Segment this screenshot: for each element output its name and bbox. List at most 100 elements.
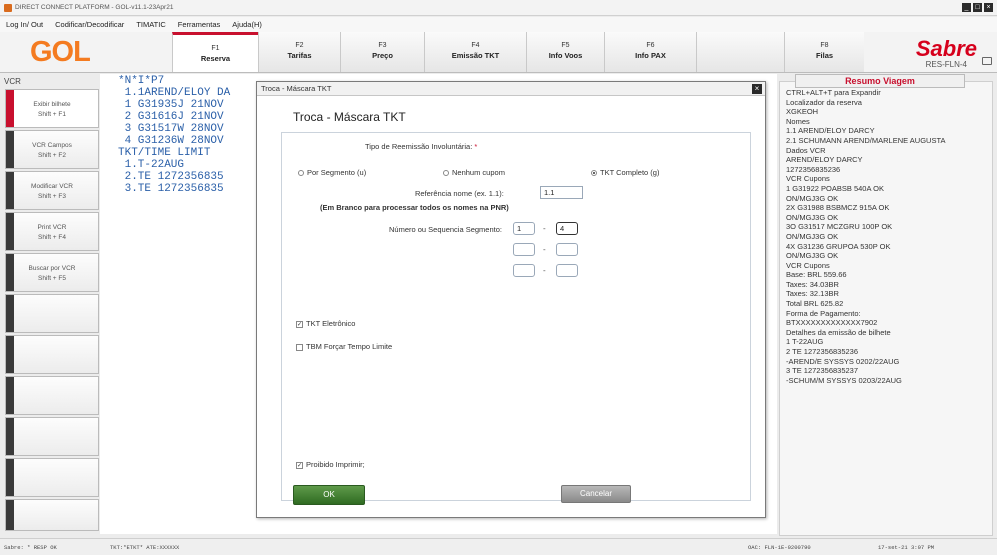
fkey-filas[interactable]: F8 Filas xyxy=(784,32,864,72)
resumo-title: Resumo Viagem xyxy=(795,74,965,88)
resumo-lines: CTRL+ALT+T para Expandir Localizador da … xyxy=(786,88,991,385)
sidebar-item-label: Exibir bilhete xyxy=(33,101,71,108)
window-controls: _ □ × xyxy=(962,3,993,12)
resumo-line: 3O G31517 MCZGRU 100P OK xyxy=(786,222,893,232)
resumo-line: Base: BRL 559.66 xyxy=(786,270,847,280)
resumo-line: 1 G31922 POABSB 540A OK xyxy=(786,183,884,193)
resumo-line: 2 TE 1272356835236 xyxy=(786,347,859,357)
sidebar-item-buscar-por-vcr[interactable]: Buscar por VCR Shift + F5 xyxy=(5,253,99,292)
resumo-line: VCR Cupons xyxy=(786,174,830,184)
resumo-line: ON/MGJ3G OK xyxy=(786,193,839,203)
segmento-dash: - xyxy=(543,266,546,275)
segmento-from-field-2[interactable] xyxy=(513,243,535,256)
fkey-number: F8 xyxy=(820,42,829,49)
resumo-line: Dados VCR xyxy=(786,145,826,155)
radio-label: Nenhum cupom xyxy=(452,168,505,177)
sabre-profile: RES-FLN-4 xyxy=(925,60,967,69)
sidebar-item-shortcut: Shift + F2 xyxy=(38,152,66,159)
fkey-number: F6 xyxy=(646,42,655,49)
fkey-number: F4 xyxy=(471,42,480,49)
segmento-dash: - xyxy=(543,245,546,254)
fkey-empty[interactable] xyxy=(696,32,784,72)
window-title: DIRECT CONNECT PLATFORM - GOL-v11.1-23Ap… xyxy=(15,4,174,11)
dialog-titlebar: Troca - Máscara TKT xyxy=(257,82,765,96)
resumo-line: 1272356835236 xyxy=(786,164,841,174)
referencia-nome-field[interactable]: 1.1 xyxy=(540,186,583,199)
fkey-tarifas[interactable]: F2 Tarifas xyxy=(258,32,340,72)
sidebar-item-shortcut: Shift + F1 xyxy=(38,111,66,118)
fkey-reserva[interactable]: F1 Reserva xyxy=(172,32,258,72)
fkey-info-voos[interactable]: F5 Info Voos xyxy=(526,32,604,72)
cancel-button[interactable]: Cancelar xyxy=(561,485,631,503)
resumo-line: CTRL+ALT+T para Expandir xyxy=(786,88,881,97)
sidebar-item-empty[interactable] xyxy=(5,499,99,531)
checkbox-checked-icon[interactable]: ✓ xyxy=(296,461,303,469)
resumo-line: ON/MGJ3G OK xyxy=(786,231,839,241)
sidebar-item-empty[interactable] xyxy=(5,294,99,333)
checkbox-checked-icon[interactable]: ✓ xyxy=(296,320,303,328)
fkey-preco[interactable]: F3 Preço xyxy=(340,32,424,72)
radio-icon[interactable] xyxy=(298,170,304,177)
checkbox-label: TKT Eletrônico xyxy=(306,319,356,328)
radio-icon[interactable] xyxy=(443,170,449,177)
fkey-label: Emissão TKT xyxy=(451,51,500,60)
resumo-line: Detalhes da emissão de bilhete xyxy=(786,327,891,337)
fkey-label: Preço xyxy=(372,51,393,60)
sidebar-item-label: VCR Campos xyxy=(32,142,72,149)
sidebar-item-exibir-bilhete[interactable]: Exibir bilhete Shift + F1 xyxy=(5,89,99,128)
menu-timatic[interactable]: TIMATIC xyxy=(136,20,165,29)
fkey-info-pax[interactable]: F6 Info PAX xyxy=(604,32,696,72)
sidebar-item-vcr-campos[interactable]: VCR Campos Shift + F2 xyxy=(5,130,99,169)
checkbox-label: Proibido Imprimir; xyxy=(306,460,365,469)
ok-button[interactable]: OK xyxy=(293,485,365,505)
checkbox-icon[interactable] xyxy=(296,343,303,351)
fkey-number: F2 xyxy=(295,42,304,49)
minimize-icon[interactable]: _ xyxy=(962,3,971,12)
resumo-line: Taxes: 32.13BR xyxy=(786,289,839,299)
sabre-logo: Sabre xyxy=(915,36,977,61)
vcr-label: VCR xyxy=(4,77,21,86)
sidebar-item-label: Print VCR xyxy=(37,224,67,231)
checkbox-label: TBM Forçar Tempo Limite xyxy=(306,342,393,351)
fkey-emissao-tkt[interactable]: F4 Emissão TKT xyxy=(424,32,526,72)
segmento-label: Número ou Sequencia Segmento: xyxy=(389,225,502,234)
resumo-line: BTXXXXXXXXXXXXX7902 xyxy=(786,318,878,328)
radio-por-segmento[interactable]: Por Segmento (u) xyxy=(298,168,366,177)
fkey-number: F1 xyxy=(211,45,220,52)
resumo-line: ON/MGJ3G OK xyxy=(786,251,839,261)
menu-login[interactable]: Log In/ Out xyxy=(6,20,43,29)
segmento-to-field-2[interactable] xyxy=(556,243,578,256)
resumo-line: 1.1 AREND/ELOY DARCY xyxy=(786,126,875,136)
status-bar: Sabre: * RESP OK TKT:*ETKT* ATE:XXXXXX O… xyxy=(0,538,997,555)
radio-icon[interactable] xyxy=(591,170,597,177)
resumo-line: Forma de Pagamento: xyxy=(786,308,861,318)
segmento-from-field[interactable]: 1 xyxy=(513,222,535,235)
sidebar-item-print-vcr[interactable]: Print VCR Shift + F4 xyxy=(5,212,99,251)
chk-proibido-imprimir[interactable]: ✓ Proibido Imprimir; xyxy=(296,460,365,469)
sidebar-item-empty[interactable] xyxy=(5,376,99,415)
sidebar-item-shortcut: Shift + F5 xyxy=(38,275,66,282)
print-icon[interactable] xyxy=(982,57,992,65)
sidebar-item-empty[interactable] xyxy=(5,417,99,456)
close-icon[interactable]: × xyxy=(752,84,762,94)
segmento-from-field-3[interactable] xyxy=(513,264,535,277)
status-oac: OAC: FLN-1E-0200790 xyxy=(748,544,811,551)
chk-forcar-tempo[interactable]: TBM Forçar Tempo Limite xyxy=(296,342,392,351)
maximize-icon[interactable]: □ xyxy=(973,3,982,12)
resumo-line: XGKEOH xyxy=(786,107,819,117)
segmento-to-field[interactable]: 4 xyxy=(556,222,578,235)
menu-ajuda[interactable]: Ajuda(H) xyxy=(232,20,262,29)
menu-codificar[interactable]: Codificar/Decodificar xyxy=(55,20,124,29)
chk-tkt-eletronico[interactable]: ✓ TKT Eletrônico xyxy=(296,319,355,328)
dialog-heading: Troca - Máscara TKT xyxy=(293,110,406,124)
radio-tkt-completo[interactable]: TKT Completo (g) xyxy=(591,168,659,177)
status-resp: Sabre: * RESP OK xyxy=(4,544,57,551)
radio-nenhum-cupom[interactable]: Nenhum cupom xyxy=(443,168,505,177)
sidebar-item-empty[interactable] xyxy=(5,335,99,374)
segmento-to-field-3[interactable] xyxy=(556,264,578,277)
menu-ferramentas[interactable]: Ferramentas xyxy=(178,20,221,29)
sidebar-item-empty[interactable] xyxy=(5,458,99,497)
close-icon[interactable]: × xyxy=(984,3,993,12)
resumo-line: -SCHUM/M SYSSYS 0203/22AUG xyxy=(786,375,902,385)
sidebar-item-modificar-vcr[interactable]: Modificar VCR Shift + F3 xyxy=(5,171,99,210)
